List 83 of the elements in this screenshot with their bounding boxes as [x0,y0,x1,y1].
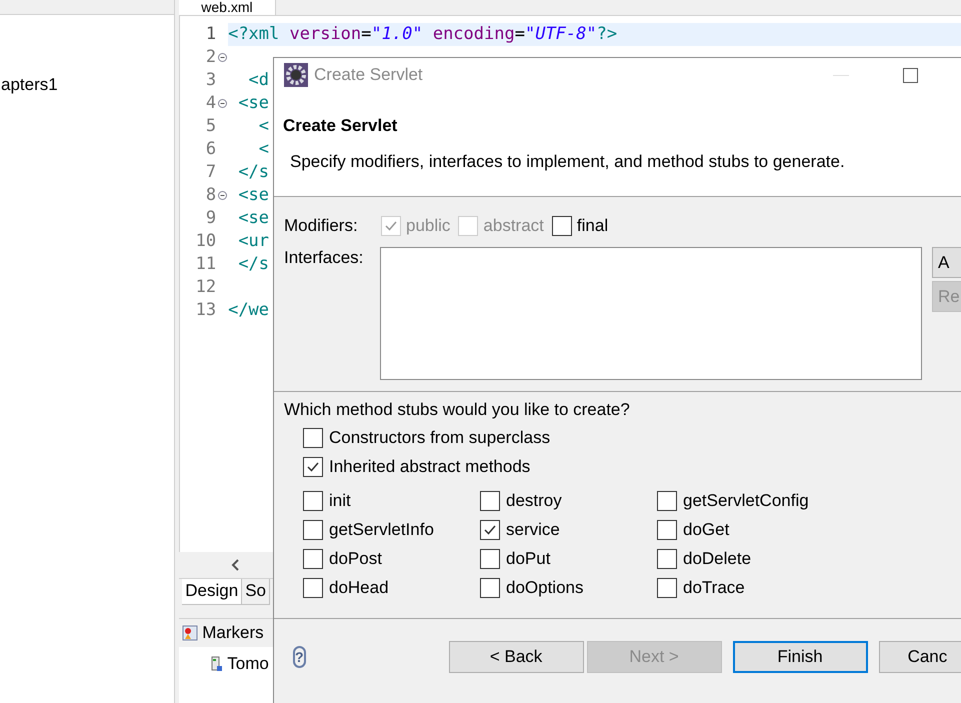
checkbox[interactable] [303,578,323,598]
modifiers-label: Modifiers: [284,215,359,238]
help-icon[interactable]: ? [293,646,306,668]
markers-icon [182,625,198,641]
line-number: 12 [194,276,216,299]
line-number: 9 [204,206,216,230]
checkbox[interactable] [657,549,677,569]
checkbox-label: getServletInfo [329,519,434,542]
line-number: 7 [204,160,216,184]
code-line: <d [248,69,270,92]
checkbox[interactable] [480,520,500,540]
checkbox-label: final [576,215,608,238]
checkbox-label: abstract [483,215,544,238]
checkbox-label: init [329,490,351,512]
line-number: 2 [204,46,216,69]
line-number: 5 [204,114,216,138]
interfaces-label: Interfaces: [284,247,364,269]
dialog-button[interactable]: Finish [732,641,868,673]
checkbox[interactable] [552,216,572,236]
editor-mode-tab[interactable]: Design [182,579,242,605]
stubs-question: Which method stubs would you like to create? [283,399,631,421]
line-number: 1 [204,22,216,46]
project-item[interactable]: apters1 [0,73,174,97]
header-title: Create Servlet [283,115,398,137]
server-item[interactable]: Tomo [227,651,269,676]
line-number: 4 [204,92,216,115]
checkmark-icon [483,523,497,537]
maximize-icon[interactable] [902,68,918,82]
checkbox[interactable] [480,491,500,511]
line-number: 3 [204,68,216,92]
checkbox-label: doTrace [683,577,745,600]
checkbox-label: doDelete [683,548,752,570]
checkbox[interactable] [657,578,677,598]
code-line: < [258,115,270,138]
checkbox[interactable] [303,491,323,511]
code-line: <se [237,207,270,230]
checkbox-label: doOptions [506,577,584,600]
checkbox-label: service [506,519,560,542]
checkbox-label: public [406,215,450,238]
editor-mode-tab[interactable]: So [242,579,270,605]
checkbox-label: doHead [329,577,389,600]
checkbox[interactable] [303,520,323,540]
checkbox-label: doPost [329,548,382,570]
checkbox[interactable] [303,549,323,569]
checkbox[interactable] [657,491,677,511]
checkbox-label: doPut [506,548,550,570]
code-line: </we [228,299,270,322]
checkbox-label: Inherited abstract methods [329,456,530,478]
checkbox-label: Constructors from superclass [329,427,550,450]
checkmark-icon [306,460,320,474]
collapse-icon[interactable] [218,53,227,62]
line-number: 10 [194,230,216,253]
server-icon [211,656,224,672]
window-title: Create Servlet [314,64,423,86]
code-line: <se [237,184,270,207]
dialog-button[interactable]: Canc [878,641,961,673]
checkbox-label: getServletConfig [683,490,809,512]
dialog-button[interactable]: < Back [448,641,584,673]
checkbox-label: destroy [506,490,562,512]
checkbox[interactable] [480,549,500,569]
header-description: Specify modifiers, interfaces to implement, and method stubs to generate. [290,151,846,173]
code-line: <ur [237,230,270,253]
gear-icon [284,63,308,87]
checkbox[interactable] [657,520,677,540]
line-number: 11 [194,252,216,276]
checkbox[interactable] [480,578,500,598]
line-number: 13 [194,298,216,322]
side-button[interactable]: A [932,247,961,278]
checkmark-icon [384,219,398,233]
code-line: <se [237,92,270,115]
scroll-left-icon[interactable] [231,559,240,571]
code-line: < [258,138,270,161]
line-number: 6 [204,138,216,161]
panel-title[interactable]: Markers [202,620,264,646]
editor-tab[interactable]: web.xml [179,0,276,15]
checkbox-label: doGet [683,519,730,542]
line-number: 8 [204,184,216,207]
checkbox[interactable] [303,457,323,477]
code-line: </s [237,161,270,184]
code-line: </s [237,253,270,276]
checkbox[interactable] [303,428,323,448]
collapse-icon[interactable] [218,99,227,108]
collapse-icon[interactable] [218,191,227,200]
